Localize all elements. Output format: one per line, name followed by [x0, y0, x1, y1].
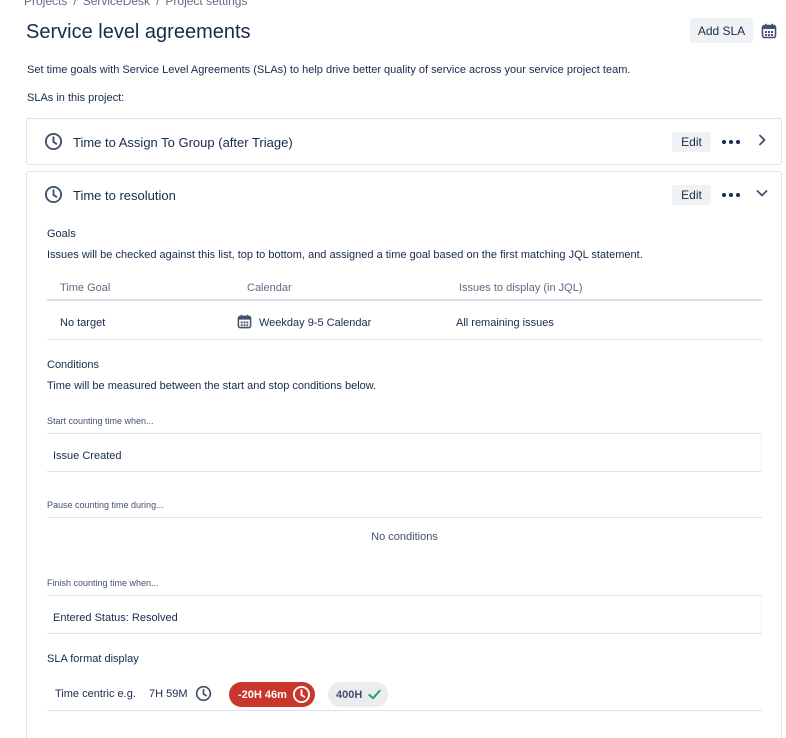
column-header-issues: Issues to display (in JQL)	[459, 282, 583, 294]
column-header-calendar: Calendar	[247, 282, 292, 294]
finish-condition-value: Entered Status: Resolved	[53, 612, 178, 624]
sla-met-badge: 400H	[328, 682, 388, 707]
pause-condition-box: No conditions	[47, 517, 762, 557]
breadcrumb-separator: /	[73, 0, 77, 8]
check-icon	[368, 689, 381, 700]
sla-card-header[interactable]: Time to Assign To Group (after Triage) E…	[27, 119, 781, 166]
chevron-down-icon[interactable]	[755, 186, 769, 200]
clock-icon	[44, 132, 63, 151]
breadcrumb: Projects / ServiceDesk / Project settings	[24, 0, 247, 8]
clock-icon	[195, 685, 212, 702]
clock-icon	[292, 685, 311, 704]
breadcrumb-servicedesk[interactable]: ServiceDesk	[83, 0, 150, 8]
sla-format-box: Time centric e.g. 7H 59M -20H 46m 400H	[47, 678, 762, 711]
sla-breached-badge: -20H 46m	[229, 682, 315, 707]
clock-icon	[44, 185, 63, 204]
page-title: Service level agreements	[26, 21, 251, 43]
sla-title: Time to resolution	[73, 188, 176, 203]
start-condition-label: Start counting time when...	[47, 416, 154, 426]
calendar-cell: Weekday 9-5 Calendar	[259, 317, 372, 329]
pause-condition-value: No conditions	[371, 531, 438, 543]
sla-format-label: Time centric e.g.	[55, 688, 136, 700]
finish-condition-label: Finish counting time when...	[47, 578, 159, 588]
time-goal-cell: No target	[60, 317, 106, 329]
sla-card-header[interactable]: Time to resolution Edit	[27, 172, 781, 219]
goals-heading: Goals	[47, 228, 76, 240]
chevron-right-icon[interactable]	[755, 133, 769, 147]
calendar-icon	[237, 314, 252, 329]
issues-cell: All remaining issues	[456, 317, 554, 329]
finish-condition-box: Entered Status: Resolved	[47, 595, 762, 634]
column-header-time-goal: Time Goal	[60, 282, 111, 294]
breadcrumb-projects[interactable]: Projects	[24, 0, 67, 8]
more-actions-icon[interactable]	[720, 132, 742, 152]
sla-card: Time to Assign To Group (after Triage) E…	[26, 118, 782, 165]
start-condition-box: Issue Created	[47, 433, 762, 472]
goals-table-header: Time Goal Calendar Issues to display (in…	[47, 272, 762, 301]
sla-card: Time to resolution Edit Goals Issues wil…	[26, 171, 782, 738]
calendar-button[interactable]	[756, 18, 782, 43]
conditions-heading: Conditions	[47, 359, 99, 371]
breadcrumb-separator: /	[156, 0, 160, 8]
sla-format-example-met: 400H	[336, 688, 363, 701]
edit-button[interactable]: Edit	[672, 185, 711, 205]
sla-format-heading: SLA format display	[47, 653, 139, 665]
goals-table: Time Goal Calendar Issues to display (in…	[47, 272, 762, 340]
more-actions-icon[interactable]	[720, 185, 742, 205]
intro-text: Set time goals with Service Level Agreem…	[27, 64, 631, 76]
sla-format-example-normal: 7H 59M	[149, 688, 188, 700]
add-sla-button[interactable]: Add SLA	[690, 18, 753, 43]
pause-condition-label: Pause counting time during...	[47, 500, 164, 510]
conditions-description: Time will be measured between the start …	[47, 380, 377, 392]
breadcrumb-project-settings[interactable]: Project settings	[165, 0, 247, 8]
start-condition-value: Issue Created	[53, 450, 122, 462]
sla-format-example-breached: -20H 46m	[238, 688, 287, 701]
edit-button[interactable]: Edit	[672, 132, 711, 152]
goals-description: Issues will be checked against this list…	[47, 249, 643, 261]
sla-title: Time to Assign To Group (after Triage)	[73, 135, 293, 150]
slas-label: SLAs in this project:	[27, 92, 125, 104]
calendar-icon	[761, 23, 777, 38]
